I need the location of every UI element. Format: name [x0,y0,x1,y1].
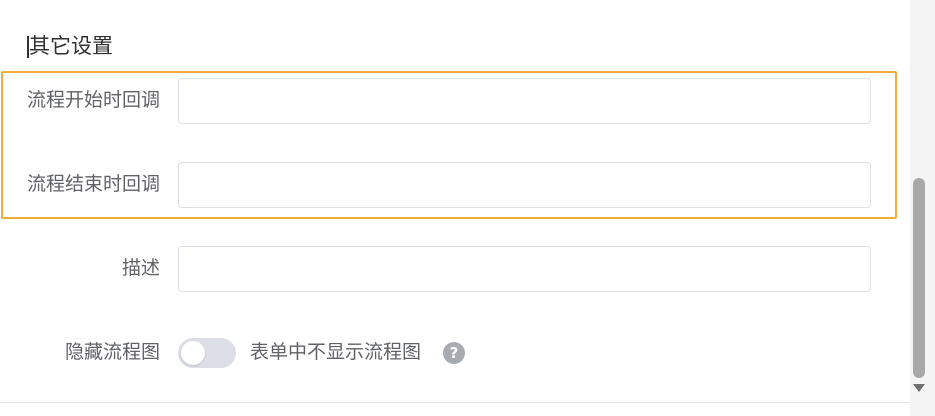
end-callback-input[interactable] [178,162,871,208]
section-title: 其它设置 [27,32,113,62]
form-row-end-callback: 流程结束时回调 [0,162,910,208]
start-callback-input[interactable] [178,78,871,124]
hide-flowchart-description: 表单中不显示流程图 [250,342,422,363]
question-circle-icon[interactable]: ? [443,342,465,364]
hide-flowchart-toggle[interactable] [178,338,236,368]
description-input[interactable] [178,246,871,292]
start-callback-label: 流程开始时回调 [26,90,160,111]
end-callback-label: 流程结束时回调 [26,174,160,195]
scrollbar-thumb[interactable] [913,178,925,378]
form-row-description: 描述 [0,246,910,292]
settings-panel: 其它设置 流程开始时回调 流程结束时回调 描述 隐藏流程图 表单中不显示流程图 … [0,0,910,403]
panel-bottom-border [0,402,910,403]
triangle-down-icon[interactable] [913,384,925,392]
toggle-knob [181,341,205,365]
description-label: 描述 [121,258,160,279]
form-row-start-callback: 流程开始时回调 [0,78,910,124]
hide-flowchart-label: 隐藏流程图 [64,342,160,363]
